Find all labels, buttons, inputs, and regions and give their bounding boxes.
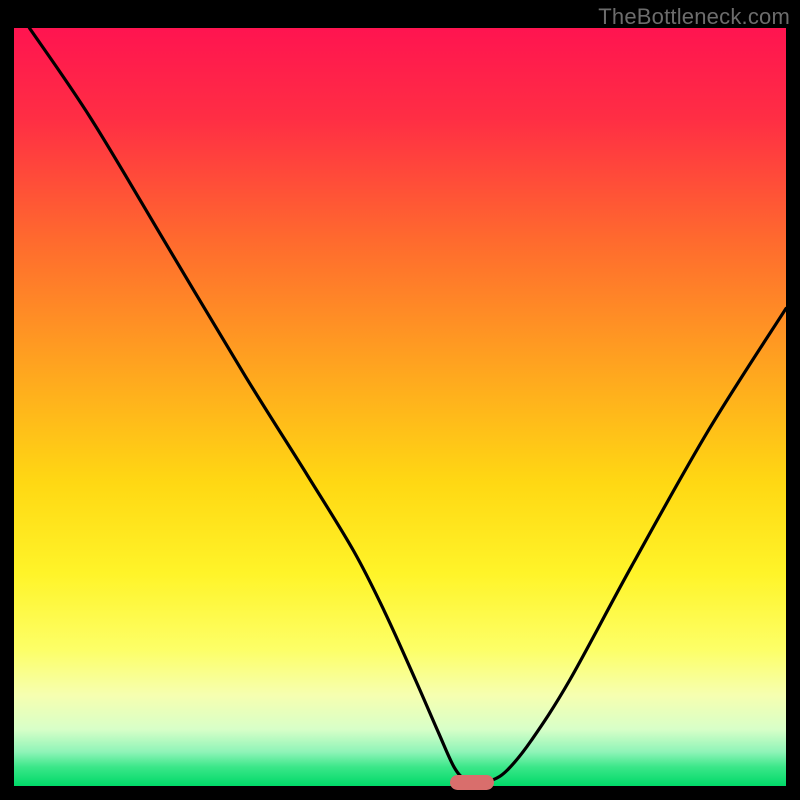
optimal-marker [450,775,494,790]
watermark-text: TheBottleneck.com [598,4,790,30]
chart-svg [14,28,786,786]
plot-area [14,28,786,786]
gradient-background [14,28,786,786]
chart-frame: TheBottleneck.com [0,0,800,800]
